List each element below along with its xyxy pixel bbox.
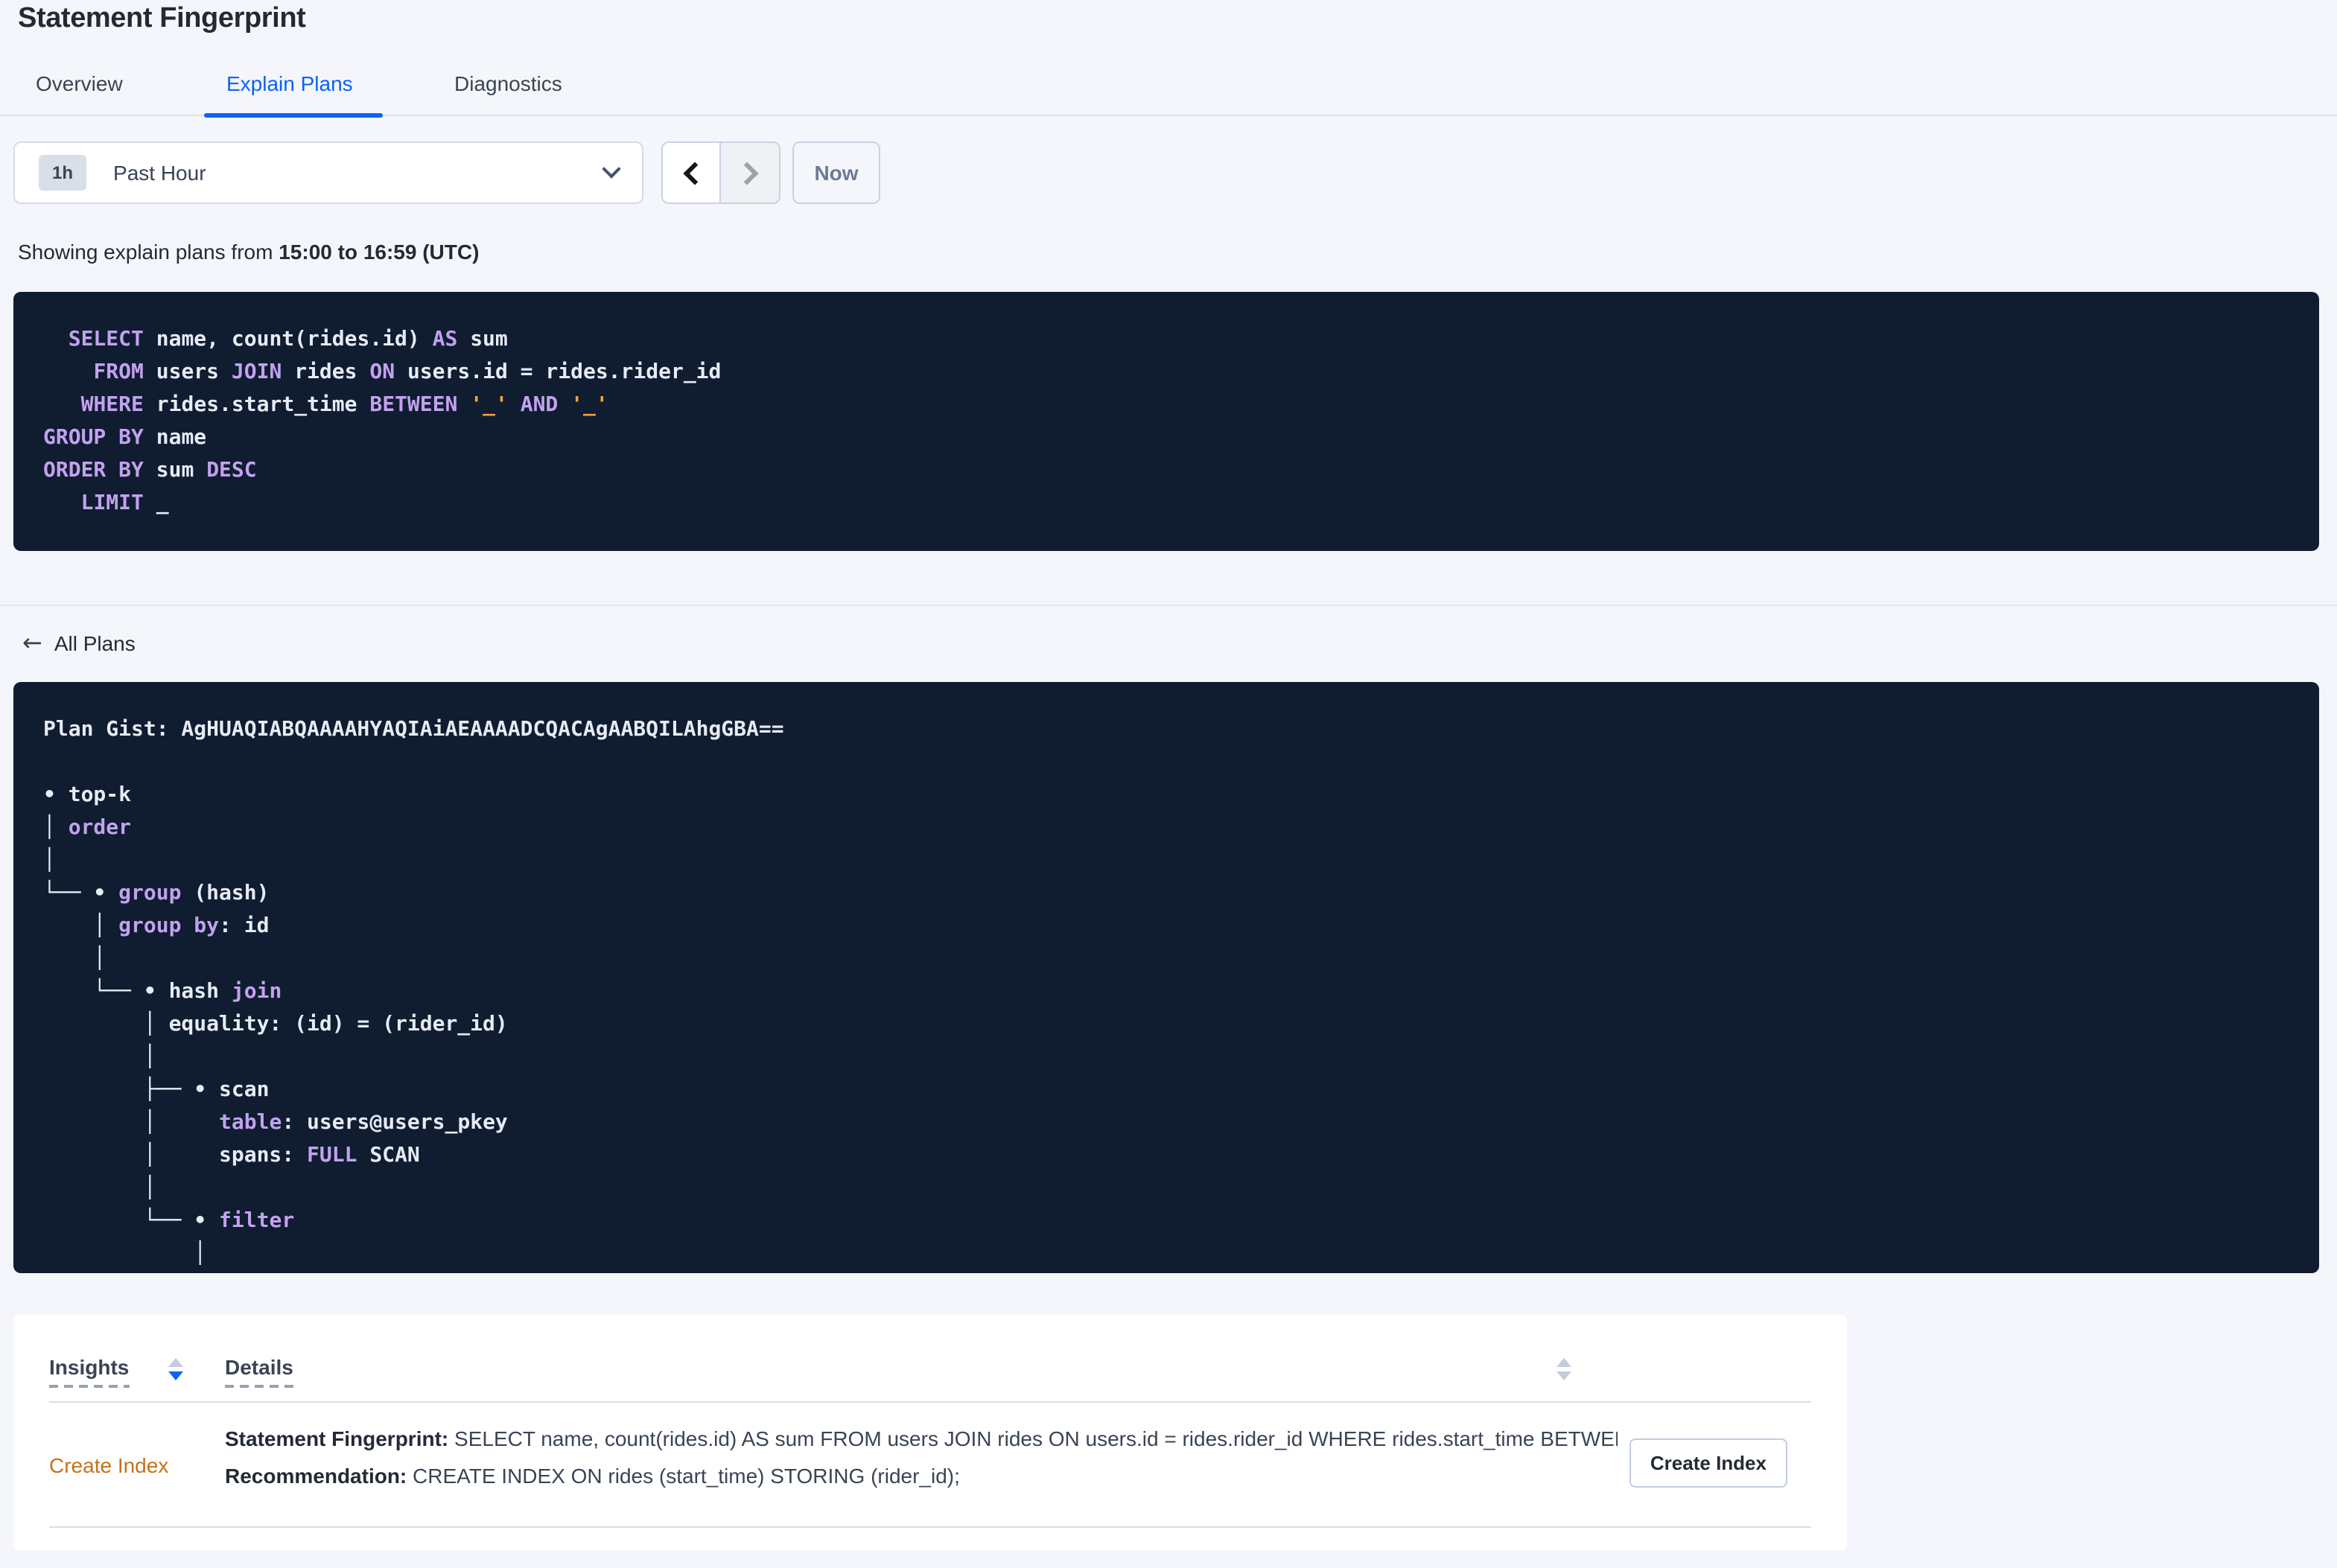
fingerprint-value: SELECT name, count(rides.id) AS sum FROM… (448, 1427, 1618, 1450)
sort-desc-arrow (168, 1371, 183, 1380)
now-button[interactable]: Now (792, 141, 880, 204)
time-controls: 1h Past Hour Now (13, 141, 880, 204)
sort-asc-arrow (1557, 1358, 1571, 1367)
section-divider (0, 605, 2337, 606)
create-index-button[interactable]: Create Index (1629, 1438, 1787, 1488)
table-header-divider (49, 1401, 1811, 1403)
recommendation-value: CREATE INDEX ON rides (start_time) STORI… (407, 1464, 960, 1488)
table-row-divider (49, 1526, 1811, 1528)
fingerprint-label: Statement Fingerprint: (225, 1427, 449, 1450)
chevron-down-icon (602, 159, 621, 179)
interval-badge: 1h (39, 155, 87, 191)
tab-bar: Overview Explain Plans Diagnostics (0, 66, 2337, 118)
tab-explain-plans[interactable]: Explain Plans (226, 71, 353, 95)
showing-range-value: 15:00 to 16:59 (UTC) (279, 240, 480, 264)
insight-type-link[interactable]: Create Index (49, 1453, 168, 1477)
chevron-left-icon (682, 161, 706, 185)
all-plans-label: All Plans (54, 631, 136, 654)
prev-time-button[interactable] (663, 143, 722, 203)
chevron-right-icon (735, 161, 759, 185)
page-title: Statement Fingerprint (18, 3, 306, 34)
sort-asc-arrow (168, 1358, 183, 1367)
sort-desc-arrow (1557, 1371, 1571, 1380)
sort-icon[interactable] (168, 1358, 183, 1380)
next-time-button[interactable] (721, 143, 779, 203)
time-range-picker[interactable]: 1h Past Hour (13, 141, 643, 204)
details-cell: Statement Fingerprint: SELECT name, coun… (225, 1421, 1618, 1495)
sort-icon[interactable] (1557, 1358, 1571, 1380)
showing-prefix: Showing explain plans from (18, 240, 279, 264)
all-plans-back-link[interactable]: ← All Plans (22, 628, 136, 657)
showing-range-text: Showing explain plans from 15:00 to 16:5… (18, 240, 479, 264)
time-range-label: Past Hour (113, 161, 206, 185)
recommendation-label: Recommendation: (225, 1464, 407, 1488)
time-step-buttons (661, 141, 780, 204)
tab-overview[interactable]: Overview (36, 71, 123, 95)
arrow-left-icon: ← (22, 628, 42, 657)
sql-statement-block: SELECT name, count(rides.id) AS sum FROM… (13, 292, 2319, 551)
tab-diagnostics[interactable]: Diagnostics (454, 71, 562, 95)
statement-fingerprint-page: Statement Fingerprint Overview Explain P… (0, 0, 2337, 1568)
plan-gist-block: Plan Gist: AgHUAQIABQAAAAHYAQIAiAEAAAADC… (13, 682, 2319, 1273)
column-header-insights[interactable]: Insights (49, 1355, 130, 1388)
recommendation-line: Recommendation: CREATE INDEX ON rides (s… (225, 1458, 1618, 1495)
column-header-details[interactable]: Details (225, 1355, 293, 1388)
insights-table-card: Insights Details Create Index Statement … (13, 1315, 1847, 1550)
active-tab-indicator (204, 113, 383, 118)
statement-fingerprint-line: Statement Fingerprint: SELECT name, coun… (225, 1421, 1618, 1458)
